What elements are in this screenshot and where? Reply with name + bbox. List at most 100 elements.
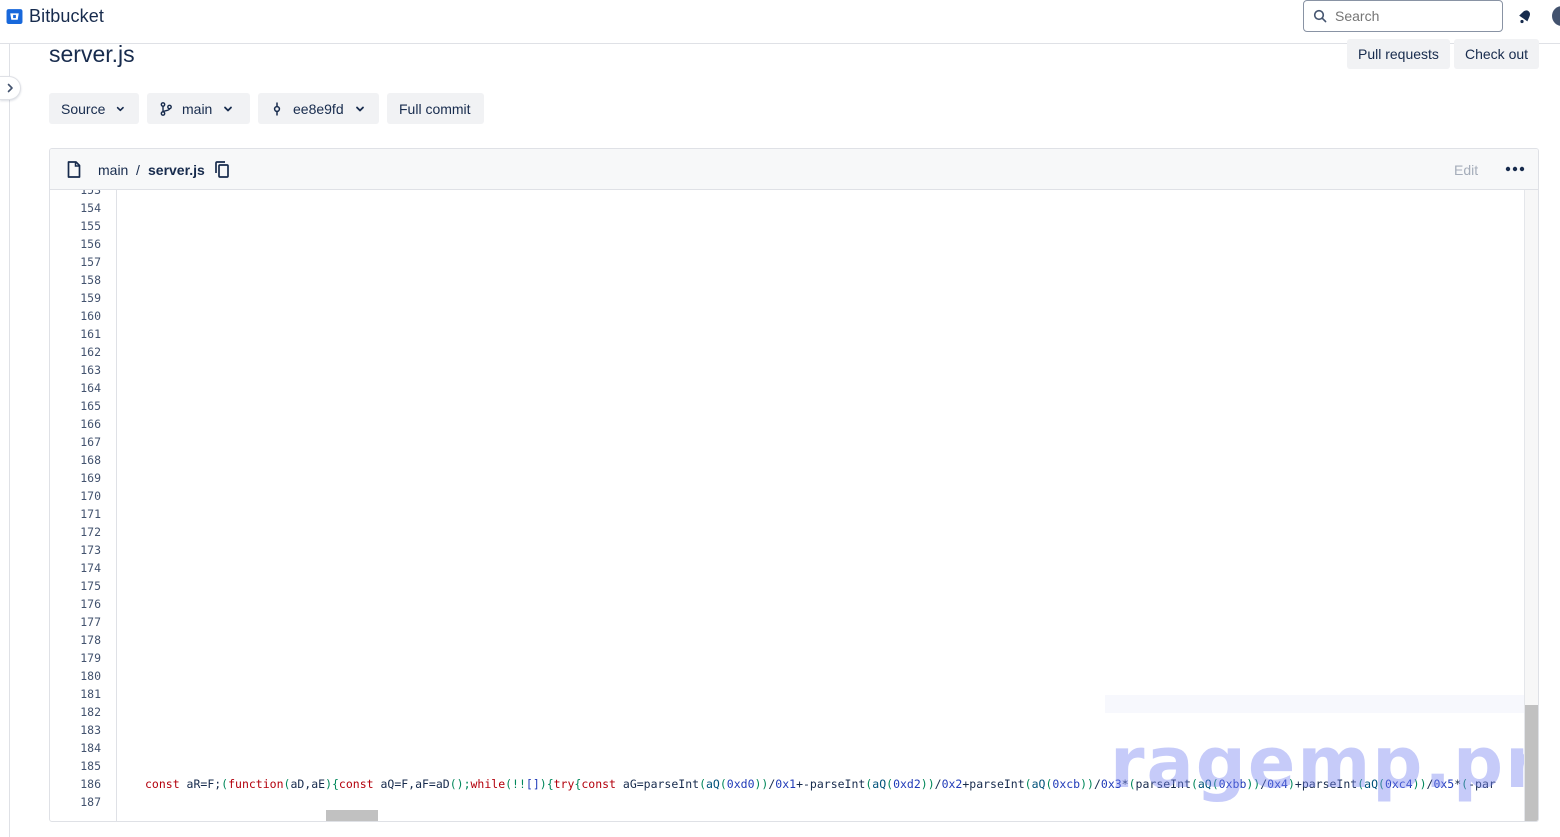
code-token: aG=parseInt	[622, 777, 700, 791]
code-token: +-parseInt	[796, 777, 866, 791]
notifications-bell-icon[interactable]	[1516, 7, 1534, 25]
code-token: ){	[325, 777, 339, 791]
page-title: server.js	[49, 41, 135, 67]
chevron-down-icon	[117, 106, 125, 111]
line-number[interactable]: 160	[61, 307, 101, 325]
code-token: const	[145, 777, 187, 791]
line-number[interactable]: 180	[61, 667, 101, 685]
line-number[interactable]: 153	[61, 190, 101, 199]
line-number[interactable]: 176	[61, 595, 101, 613]
source-dropdown[interactable]: Source	[49, 93, 139, 124]
vertical-scrollbar-thumb[interactable]	[1525, 705, 1538, 821]
line-number[interactable]: 181	[61, 685, 101, 703]
line-number[interactable]: 174	[61, 559, 101, 577]
line-number[interactable]: 177	[61, 613, 101, 631]
file-icon	[67, 161, 81, 178]
code-token: function	[228, 777, 284, 791]
code-token: aR=F;	[186, 777, 222, 791]
line-number[interactable]: 179	[61, 649, 101, 667]
line-number[interactable]: 172	[61, 523, 101, 541]
code-area: 153 154 155 156 157 158 159 160 161 162 163 164 165 1…	[50, 190, 1538, 821]
full-commit-button[interactable]: Full commit	[387, 93, 484, 124]
code-token: aQ=F,aF=aD	[380, 777, 450, 791]
more-actions-icon[interactable]	[1504, 161, 1526, 177]
line-number[interactable]: 183	[61, 721, 101, 739]
chevron-right-icon	[7, 83, 13, 93]
line-number[interactable]: 182	[61, 703, 101, 721]
code-token: 0x2	[941, 777, 963, 791]
code-token: ))	[920, 777, 935, 791]
bitbucket-home-link[interactable]: Bitbucket	[6, 6, 104, 27]
search-input[interactable]	[1335, 8, 1485, 24]
code-token: /	[934, 777, 942, 791]
breadcrumb-branch-link[interactable]: main	[98, 162, 128, 178]
commit-dropdown-label: ee8e9fd	[293, 100, 344, 117]
line-number[interactable]: 187	[61, 793, 101, 811]
code-token: const	[581, 777, 623, 791]
code-token: []	[525, 777, 540, 791]
check-out-button[interactable]: Check out	[1454, 39, 1540, 69]
line-number[interactable]: 155	[61, 217, 101, 235]
branch-dropdown[interactable]: main	[147, 93, 250, 124]
line-number[interactable]: 186	[61, 775, 101, 793]
commit-icon	[273, 102, 281, 115]
line-number[interactable]: 170	[61, 487, 101, 505]
line-number[interactable]: 158	[61, 271, 101, 289]
line-number[interactable]: 157	[61, 253, 101, 271]
code-token: 0xd0	[726, 777, 755, 791]
code-token: 0xd2	[893, 777, 921, 791]
pull-requests-button[interactable]: Pull requests	[1347, 39, 1450, 69]
line-number[interactable]: 156	[61, 235, 101, 253]
breadcrumb-separator: /	[136, 162, 140, 178]
source-dropdown-label: Source	[61, 100, 106, 117]
edit-button[interactable]: Edit	[1454, 162, 1478, 178]
code-token: while	[470, 777, 506, 791]
code-token: try	[553, 777, 575, 791]
code-token: ){	[539, 777, 554, 791]
copy-path-icon[interactable]	[214, 161, 230, 178]
breadcrumb-file-name: server.js	[148, 162, 205, 178]
line-number[interactable]: 154	[61, 199, 101, 217]
commit-dropdown[interactable]: ee8e9fd	[258, 93, 379, 124]
watermark-band	[1105, 695, 1525, 713]
sidebar-rail	[0, 44, 10, 837]
code-token: 0xcb	[1052, 777, 1081, 791]
user-avatar[interactable]	[1552, 6, 1560, 26]
watermark-text: ragemp.pro	[1110, 722, 1538, 804]
line-number[interactable]: 173	[61, 541, 101, 559]
line-number[interactable]: 178	[61, 631, 101, 649]
code-token: aD,aE	[290, 777, 326, 791]
line-number[interactable]: 175	[61, 577, 101, 595]
line-number[interactable]: 166	[61, 415, 101, 433]
expand-sidebar-button[interactable]	[0, 76, 21, 100]
brand-name: Bitbucket	[29, 6, 104, 26]
code-token: (	[719, 777, 727, 791]
line-number[interactable]: 162	[61, 343, 101, 361]
code-token: aQ	[706, 777, 720, 791]
line-number[interactable]: 184	[61, 739, 101, 757]
line-number[interactable]: 165	[61, 397, 101, 415]
line-number[interactable]: 167	[61, 433, 101, 451]
code-token: 0x1	[775, 777, 797, 791]
branch-icon	[160, 101, 172, 116]
line-number[interactable]: 171	[61, 505, 101, 523]
line-number[interactable]: 164	[61, 379, 101, 397]
chevron-down-icon	[355, 106, 364, 111]
search-box[interactable]	[1303, 0, 1503, 32]
line-number[interactable]: 163	[61, 361, 101, 379]
code-token: const	[338, 777, 381, 791]
horizontal-scrollbar-thumb[interactable]	[326, 810, 378, 821]
branch-dropdown-label: main	[182, 100, 213, 117]
line-number[interactable]: 185	[61, 757, 101, 775]
code-token: ))	[1080, 777, 1094, 791]
chevron-down-icon	[224, 106, 233, 111]
bitbucket-logo-icon	[6, 9, 23, 24]
line-number[interactable]: 168	[61, 451, 101, 469]
line-number[interactable]: 159	[61, 289, 101, 307]
code-token: (!!	[505, 777, 526, 791]
code-token: ))	[754, 777, 769, 791]
code-token: +parseInt	[962, 777, 1025, 791]
line-number[interactable]: 169	[61, 469, 101, 487]
file-viewer: main / server.js Edit 153 154 155 156 157 158…	[49, 148, 1539, 822]
line-number[interactable]: 161	[61, 325, 101, 343]
